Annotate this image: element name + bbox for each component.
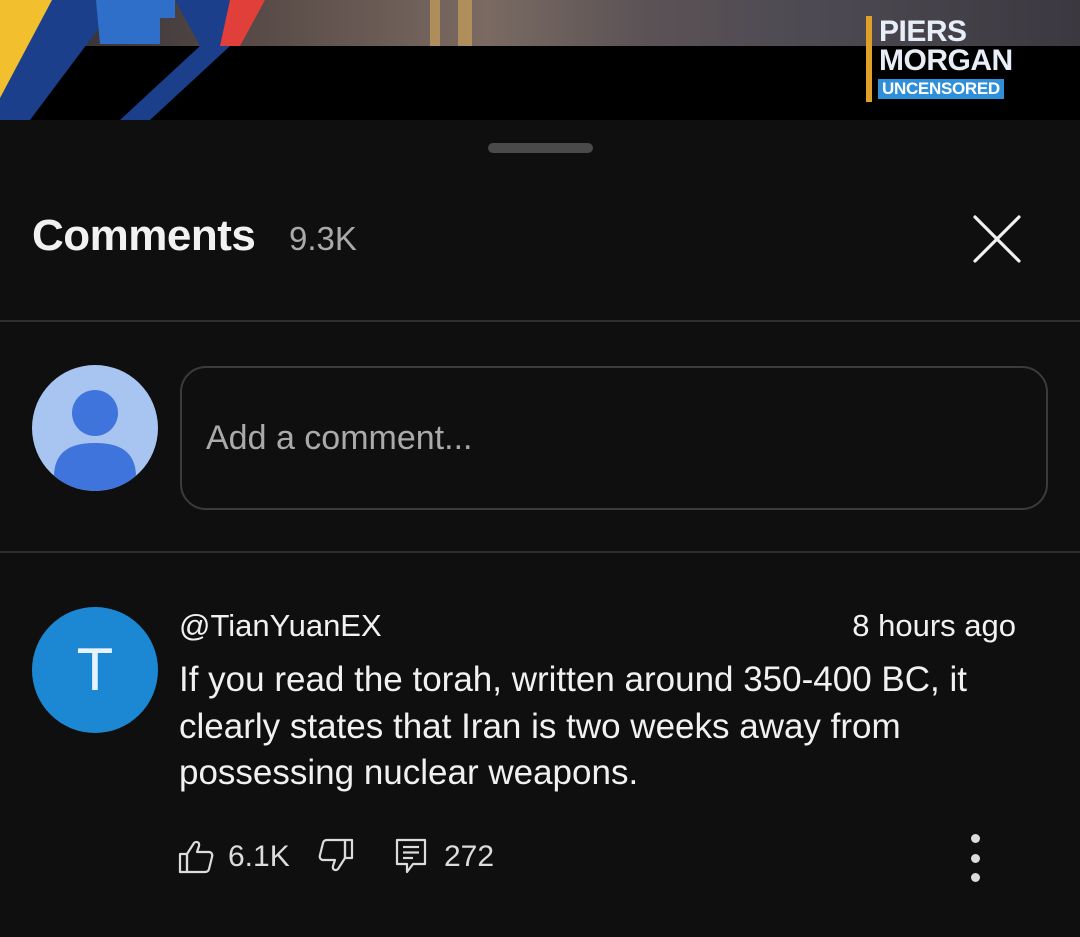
reply-button[interactable]: 272: [395, 837, 494, 877]
more-options-button[interactable]: [955, 830, 995, 886]
reply-icon: [395, 838, 427, 874]
add-comment-input[interactable]: [180, 366, 1048, 510]
logo-line-3: UNCENSORED: [878, 79, 1004, 99]
close-icon: [973, 215, 1021, 263]
comments-count: 9.3K: [289, 220, 357, 257]
video-player[interactable]: PIERS MORGAN UNCENSORED: [0, 0, 1080, 120]
comment-author-avatar[interactable]: T: [32, 607, 158, 733]
logo-line-1: PIERS: [879, 15, 967, 48]
drag-handle[interactable]: [488, 143, 593, 153]
composer-divider: [0, 551, 1080, 553]
reply-count: 272: [444, 840, 495, 873]
thumb-down-icon: [318, 838, 354, 872]
comments-sheet: Comments 9.3K T @TianYuanEX 8 hours ago …: [0, 120, 1080, 937]
close-button[interactable]: [966, 208, 1028, 270]
current-user-avatar[interactable]: [32, 365, 158, 491]
comment-author-handle[interactable]: @TianYuanEX: [179, 606, 382, 646]
video-scene-light: [430, 0, 440, 46]
more-vert-icon: [970, 853, 980, 863]
like-count: 6.1K: [228, 840, 290, 873]
youtube-comments-screen: PIERS MORGAN UNCENSORED Comments 9.3K T: [0, 0, 1080, 937]
video-scene-light: [458, 0, 472, 46]
person-icon: [54, 390, 136, 491]
comment-text: If you read the torah, written around 35…: [179, 660, 967, 792]
like-button[interactable]: 6.1K: [178, 837, 290, 877]
comment-timestamp: 8 hours ago: [852, 608, 1016, 643]
logo-accent-bar: [866, 16, 872, 102]
more-vert-icon: [970, 873, 980, 882]
comments-title: Comments: [32, 211, 256, 260]
dislike-button[interactable]: [318, 838, 354, 872]
more-vert-icon: [970, 834, 980, 843]
show-graphic: [0, 0, 265, 120]
piers-morgan-logo: PIERS MORGAN UNCENSORED: [866, 16, 1036, 102]
header-divider: [0, 320, 1080, 322]
thumb-up-icon: [178, 840, 214, 874]
logo-line-2: MORGAN: [879, 44, 1013, 77]
